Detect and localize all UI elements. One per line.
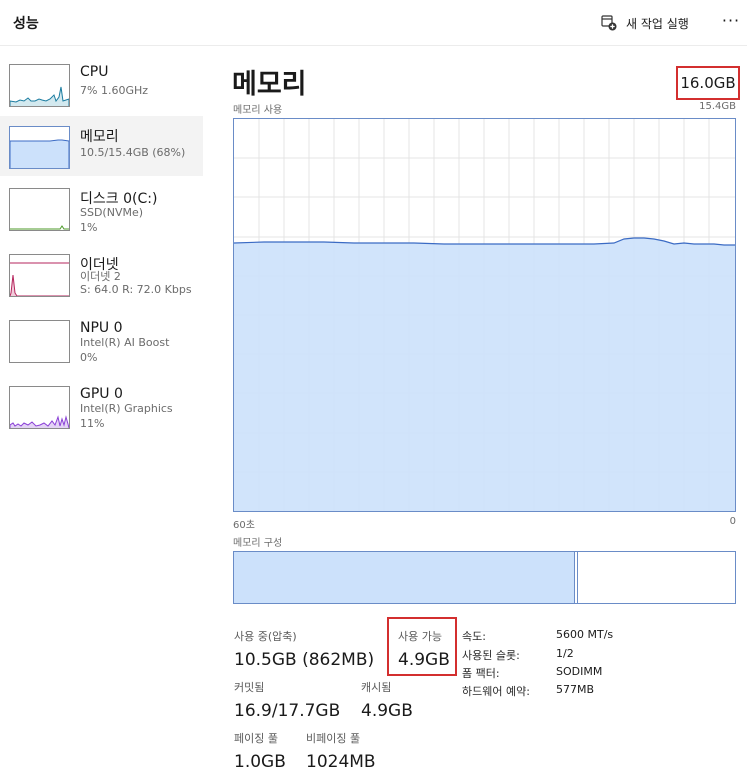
sidebar-item-name: CPU (80, 64, 109, 80)
memory-composition-bar (233, 551, 736, 604)
nonpaged-pool-label: 비페이징 풀 (306, 732, 361, 745)
memory-usage-label: 메모리 사용 (233, 105, 283, 116)
in-use-value: 10.5GB (862MB) (234, 650, 375, 670)
memory-usage-graph (233, 118, 736, 512)
header: 성능 새 작업 실행 ··· (0, 0, 747, 46)
memory-composition-label: 메모리 구성 (233, 538, 283, 549)
sidebar-item-name: NPU 0 (80, 320, 123, 336)
page-title: 성능 (13, 16, 39, 32)
sidebar-item-disk[interactable]: 디스크 0(C:) SSD(NVMe) 1% (0, 178, 203, 238)
cached-value: 4.9GB (361, 701, 413, 721)
nonpaged-pool-value: 1024MB (306, 752, 376, 772)
spec-speed-label: 속도: (462, 630, 486, 643)
sidebar-item-detail: Intel(R) Graphics (80, 402, 173, 415)
memory-title: 메모리 (232, 69, 307, 100)
sidebar-item-detail: 1% (80, 221, 98, 234)
memory-usage-max: 15.4GB (699, 101, 736, 112)
available-label: 사용 가능 (398, 630, 442, 643)
sidebar-item-name: 디스크 0(C:) (80, 191, 158, 207)
in-use-label: 사용 중(압축) (234, 630, 297, 643)
npu-thumbnail-graph (9, 320, 70, 363)
sidebar-item-detail: Intel(R) AI Boost (80, 336, 170, 349)
spec-form-factor-label: 폼 팩터: (462, 667, 500, 680)
sidebar-item-detail: 0% (80, 351, 98, 364)
sidebar-item-detail: 11% (80, 417, 105, 430)
spec-slots-value: 1/2 (556, 647, 574, 660)
new-task-icon (601, 15, 617, 31)
sidebar-item-detail: SSD(NVMe) (80, 206, 144, 219)
spec-speed-value: 5600 MT/s (556, 628, 614, 641)
sidebar-item-ethernet[interactable]: 이더넷 이더넷 2 S: 64.0 R: 72.0 Kbps (0, 244, 203, 304)
spec-reserved-value: 577MB (556, 683, 595, 696)
memory-composition-in-use (234, 552, 575, 603)
sidebar-item-memory[interactable]: 메모리 10.5/15.4GB (68%) (0, 116, 203, 176)
memory-composition-divider (577, 552, 578, 603)
sidebar-item-detail: 7% 1.60GHz (80, 84, 149, 97)
ethernet-thumbnail-graph (9, 254, 70, 297)
memory-thumbnail-graph (9, 126, 70, 169)
sidebar-item-gpu[interactable]: GPU 0 Intel(R) Graphics 11% (0, 376, 203, 436)
sidebar-item-detail: 이더넷 2 (80, 270, 121, 283)
spec-form-factor-value: SODIMM (556, 665, 603, 678)
cpu-thumbnail-graph (9, 64, 70, 107)
sidebar-item-cpu[interactable]: CPU 7% 1.60GHz (0, 54, 203, 114)
sidebar-item-name: GPU 0 (80, 386, 123, 402)
more-options-button[interactable]: ··· (718, 10, 744, 36)
run-new-task-label: 새 작업 실행 (626, 16, 689, 31)
paged-pool-value: 1.0GB (234, 752, 286, 772)
spec-slots-label: 사용된 슬롯: (462, 649, 520, 662)
spec-reserved-label: 하드웨어 예약: (462, 685, 530, 698)
disk-thumbnail-graph (9, 188, 70, 231)
paged-pool-label: 페이징 풀 (234, 732, 278, 745)
total-memory-value: 16.0GB (676, 66, 740, 100)
gpu-thumbnail-graph (9, 386, 70, 429)
sidebar-item-detail: S: 64.0 R: 72.0 Kbps (80, 283, 192, 296)
run-new-task-button[interactable]: 새 작업 실행 (601, 12, 689, 34)
graph-time-end: 0 (729, 516, 736, 527)
graph-time-start: 60초 (233, 520, 255, 531)
sidebar-item-detail: 10.5/15.4GB (68%) (80, 146, 186, 159)
sidebar-item-name: 메모리 (80, 129, 119, 145)
sidebar-item-npu[interactable]: NPU 0 Intel(R) AI Boost 0% (0, 310, 203, 370)
available-value: 4.9GB (398, 650, 450, 670)
committed-label: 커밋됨 (234, 681, 265, 694)
committed-value: 16.9/17.7GB (234, 701, 341, 721)
cached-label: 캐시됨 (361, 681, 392, 694)
